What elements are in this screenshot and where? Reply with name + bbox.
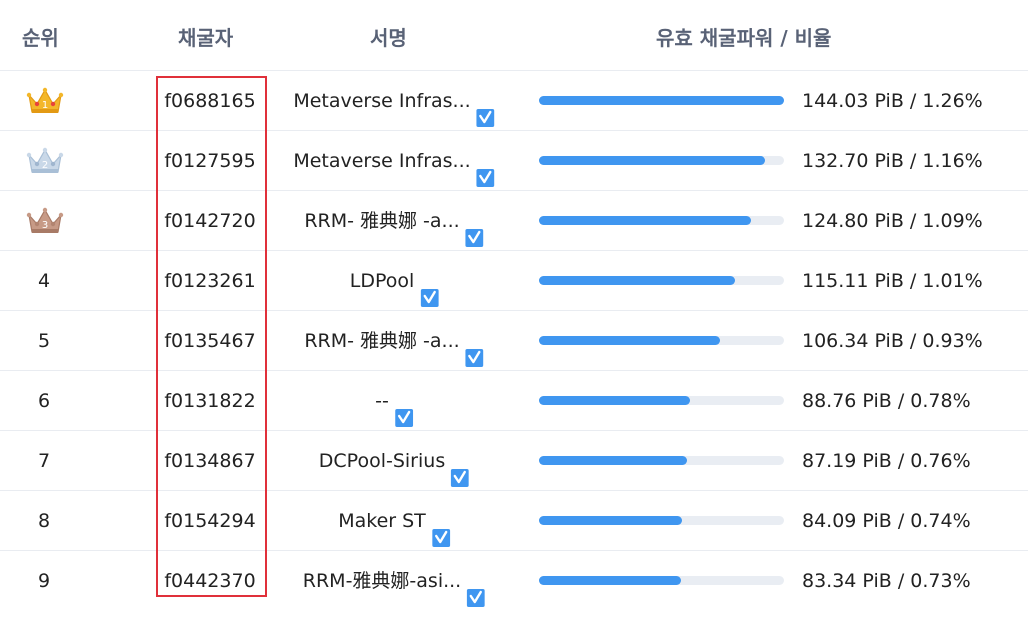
rank-column-header: 순위 bbox=[22, 26, 59, 50]
verified-badge-icon bbox=[465, 211, 484, 247]
signature-column-header: 서명 bbox=[370, 26, 407, 50]
miner-id-link[interactable]: f0131822 bbox=[164, 371, 255, 431]
miner-id-link[interactable]: f0135467 bbox=[164, 311, 255, 371]
table-row[interactable]: 9 f0442370 RRM-雅典娜-asi... 83.34 PiB / 0.73% bbox=[0, 550, 1028, 610]
table-row[interactable]: 8 f0154294 Maker ST 84.09 PiB / 0.74% bbox=[0, 490, 1028, 550]
gold-crown-icon: 1 bbox=[26, 85, 64, 117]
power-bar-fill bbox=[539, 216, 752, 225]
rank-number: 8 bbox=[37, 510, 51, 532]
table-header: 순위 채굴자 서명 유효 채굴파워 / 비율 bbox=[0, 0, 1028, 70]
miner-id-link[interactable]: f0123261 bbox=[164, 251, 255, 311]
svg-text:3: 3 bbox=[42, 220, 48, 231]
signature-text[interactable]: DCPool-Sirius bbox=[319, 450, 445, 472]
verified-badge-icon bbox=[431, 511, 450, 547]
svg-text:2: 2 bbox=[42, 160, 48, 171]
signature-cell: Metaverse Infras... bbox=[293, 131, 495, 191]
power-bar-track bbox=[539, 456, 784, 465]
power-value: 84.09 PiB / 0.74% bbox=[802, 510, 971, 532]
power-value: 83.34 PiB / 0.73% bbox=[802, 570, 971, 592]
power-bar-fill bbox=[539, 396, 690, 405]
ranking-table-body: 1 f0688165 Metaverse Infras... 144.03 PiB /… bbox=[0, 70, 1028, 610]
power-value: 115.11 PiB / 1.01% bbox=[802, 270, 983, 292]
power-bar-track bbox=[539, 216, 784, 225]
power-bar-fill bbox=[539, 516, 683, 525]
miner-id-link[interactable]: f0688165 bbox=[164, 71, 255, 131]
verified-badge-icon bbox=[420, 271, 439, 307]
verified-badge-icon bbox=[465, 331, 484, 367]
table-row[interactable]: 4 f0123261 LDPool 115.11 PiB / 1.01% bbox=[0, 250, 1028, 310]
power-value: 87.19 PiB / 0.76% bbox=[802, 450, 971, 472]
table-row[interactable]: 1 f0688165 Metaverse Infras... 144.03 PiB /… bbox=[0, 70, 1028, 130]
signature-cell: DCPool-Sirius bbox=[319, 431, 470, 491]
power-bar-track bbox=[539, 96, 784, 105]
verified-badge-icon bbox=[476, 151, 495, 187]
miner-id-link[interactable]: f0134867 bbox=[164, 431, 255, 491]
power-value: 144.03 PiB / 1.26% bbox=[802, 90, 983, 112]
power-value: 124.80 PiB / 1.09% bbox=[802, 210, 983, 232]
signature-text[interactable]: RRM-雅典娜-asi... bbox=[303, 570, 461, 592]
table-row[interactable]: 2 f0127595 Metaverse Infras... 132.70 PiB /… bbox=[0, 130, 1028, 190]
power-bar-fill bbox=[539, 336, 720, 345]
bronze-crown-icon: 3 bbox=[26, 205, 64, 237]
power-bar-track bbox=[539, 516, 784, 525]
signature-cell: RRM-雅典娜-asi... bbox=[303, 551, 486, 611]
table-row[interactable]: 6 f0131822 -- 88.76 PiB / 0.78% bbox=[0, 370, 1028, 430]
power-bar-fill bbox=[539, 576, 681, 585]
svg-text:1: 1 bbox=[42, 100, 48, 111]
power-value: 132.70 PiB / 1.16% bbox=[802, 150, 983, 172]
rank-number: 5 bbox=[37, 330, 51, 352]
table-row[interactable]: 5 f0135467 RRM- 雅典娜 -a... 106.34 PiB / 0.93… bbox=[0, 310, 1028, 370]
power-bar-track bbox=[539, 396, 784, 405]
miner-id-link[interactable]: f0442370 bbox=[164, 551, 255, 611]
power-bar-fill bbox=[539, 96, 784, 105]
signature-cell: Maker ST bbox=[338, 491, 450, 551]
silver-crown-icon: 2 bbox=[26, 145, 64, 177]
miner-column-header: 채굴자 bbox=[178, 26, 234, 50]
power-bar-track bbox=[539, 336, 784, 345]
signature-cell: RRM- 雅典娜 -a... bbox=[304, 311, 484, 371]
miner-id-link[interactable]: f0142720 bbox=[164, 191, 255, 251]
signature-text[interactable]: -- bbox=[375, 390, 389, 412]
table-row[interactable]: 3 f0142720 RRM- 雅典娜 -a... 124.80 PiB / 1.09… bbox=[0, 190, 1028, 250]
signature-text[interactable]: Metaverse Infras... bbox=[293, 90, 470, 112]
signature-cell: RRM- 雅典娜 -a... bbox=[304, 191, 484, 251]
signature-cell: Metaverse Infras... bbox=[293, 71, 495, 131]
verified-badge-icon bbox=[467, 571, 486, 607]
signature-text[interactable]: Maker ST bbox=[338, 510, 426, 532]
power-value: 88.76 PiB / 0.78% bbox=[802, 390, 971, 412]
power-bar-fill bbox=[539, 156, 765, 165]
miner-id-link[interactable]: f0154294 bbox=[164, 491, 255, 551]
rank-number: 9 bbox=[37, 570, 51, 592]
signature-cell: LDPool bbox=[350, 251, 439, 311]
signature-text[interactable]: LDPool bbox=[350, 270, 415, 292]
power-bar-track bbox=[539, 156, 784, 165]
power-column-header: 유효 채굴파워 / 비율 bbox=[656, 26, 832, 50]
verified-badge-icon bbox=[476, 91, 495, 127]
power-bar-fill bbox=[539, 456, 688, 465]
power-bar-fill bbox=[539, 276, 735, 285]
rank-number: 7 bbox=[37, 450, 51, 472]
table-row[interactable]: 7 f0134867 DCPool-Sirius 87.19 PiB / 0.76% bbox=[0, 430, 1028, 490]
rank-number: 6 bbox=[37, 390, 51, 412]
signature-cell: -- bbox=[375, 371, 413, 431]
power-bar-track bbox=[539, 276, 784, 285]
verified-badge-icon bbox=[451, 451, 470, 487]
power-bar-track bbox=[539, 576, 784, 585]
signature-text[interactable]: RRM- 雅典娜 -a... bbox=[304, 210, 459, 232]
signature-text[interactable]: RRM- 雅典娜 -a... bbox=[304, 330, 459, 352]
verified-badge-icon bbox=[394, 391, 413, 427]
rank-number: 4 bbox=[37, 270, 51, 292]
miner-id-link[interactable]: f0127595 bbox=[164, 131, 255, 191]
power-value: 106.34 PiB / 0.93% bbox=[802, 330, 983, 352]
signature-text[interactable]: Metaverse Infras... bbox=[293, 150, 470, 172]
